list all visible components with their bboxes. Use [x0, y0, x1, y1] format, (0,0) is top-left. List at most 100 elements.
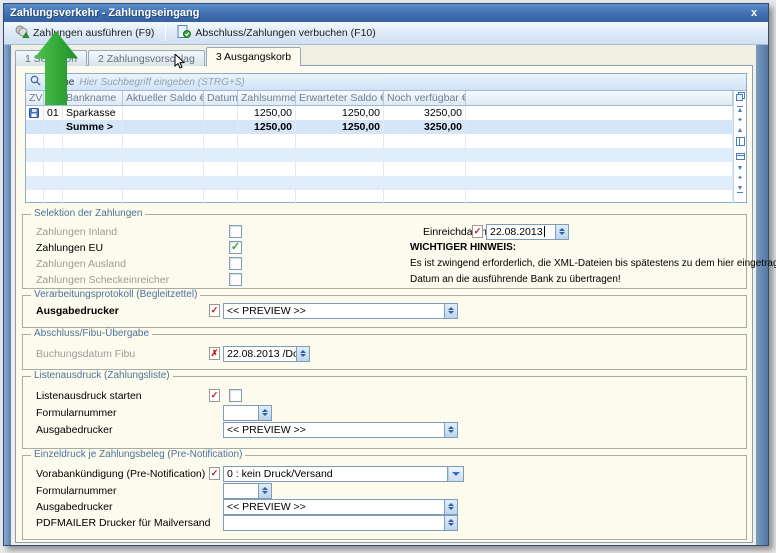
ausgabedrucker-label: Ausgabedrucker [36, 501, 112, 513]
ausgabedrucker-spinner[interactable] [445, 303, 458, 319]
section-verarbeitungsprotokoll-title: Verarbeitungsprotokoll (Begleitzettel) [31, 289, 200, 300]
section-selektion: Selektion der Zahlungen Zahlungen Inland… [22, 214, 747, 289]
hinweis-line1: Es ist zwingend erforderlich, die XML-Da… [410, 258, 776, 269]
table-sum-row[interactable]: Summe > 1250,00 1250,00 3250,00 [26, 120, 733, 134]
section-einzeldruck-title: Einzeldruck je Zahlungsbeleg (Pre-Notifi… [31, 449, 245, 460]
edit-check-icon[interactable]: ✓ [472, 225, 483, 238]
checkbox-label-inland: Zahlungen Inland [36, 226, 117, 238]
formularnummer-label: Formularnummer [36, 485, 117, 497]
table-row[interactable] [26, 162, 733, 176]
insert-row-icon[interactable]: ✦ [737, 117, 743, 124]
tab-content-panel: Suche Hier Suchbegriff eingeben (STRG+S)… [15, 65, 753, 543]
col-header-noch-verfuegbar[interactable]: Noch verfügbar € [384, 91, 466, 106]
cell-bankname: Sparkasse [63, 106, 123, 120]
ausgabedrucker-spinner[interactable] [445, 499, 458, 515]
cell-summe-erwarteter-saldo: 1250,00 [296, 120, 384, 134]
copy-icon[interactable] [736, 92, 745, 103]
edit-check-icon[interactable]: ✓ [209, 467, 220, 480]
hinweis-title: WICHTIGER HINWEIS: [410, 242, 516, 253]
checkbox-zahlungen-eu[interactable]: ✓ [229, 241, 242, 254]
edit-check-icon[interactable]: ✓ [209, 304, 220, 317]
mouse-cursor [174, 54, 186, 73]
vorabankuendigung-label: Vorabankündigung (Pre-Notification) [36, 468, 205, 480]
chevron-down-icon[interactable] [448, 466, 464, 482]
scroll-up-icon[interactable]: ▲ [737, 127, 744, 134]
formularnummer-spinner[interactable] [259, 405, 272, 421]
table-search-bar[interactable]: Suche Hier Suchbegriff eingeben (STRG+S) [26, 74, 746, 91]
col-header-aktueller-saldo[interactable]: Aktueller Saldo € [123, 91, 204, 106]
pdfmailer-select[interactable] [223, 515, 445, 531]
table-row[interactable] [26, 190, 733, 204]
table-row[interactable] [26, 176, 733, 190]
scroll-last-icon[interactable]: ▼ [737, 185, 744, 193]
checkbox-listenausdruck-starten[interactable] [229, 389, 242, 402]
cell-summe-zahlsumme: 1250,00 [238, 120, 296, 134]
cell-datum [204, 106, 238, 120]
col-header-zahlsumme[interactable]: Zahlsumme € [238, 91, 296, 106]
cell-summe-label: Summe > [63, 120, 123, 134]
formularnummer-input[interactable] [223, 405, 259, 421]
listenausdruck-starten-label: Listenausdruck starten [36, 390, 142, 402]
cell-noch-verfuegbar: 3250,00 [384, 106, 466, 120]
edit-check-icon[interactable]: ✓ [209, 389, 220, 402]
pdfmailer-spinner[interactable] [445, 515, 458, 531]
column-layout-icon[interactable] [736, 137, 745, 148]
formularnummer-label: Formularnummer [36, 407, 117, 419]
table-row[interactable] [26, 148, 733, 162]
table-header-row: ZV Nr. Bankname Aktueller Saldo € Datum … [26, 91, 733, 106]
tab-zahlungsvorschlag[interactable]: 2 Zahlungsvorschlag [88, 50, 205, 66]
cell-summe-noch-verfuegbar: 3250,00 [384, 120, 466, 134]
close-button[interactable]: x [746, 7, 762, 19]
formularnummer-spinner[interactable] [259, 483, 272, 499]
scroll-first-icon[interactable]: ▲ [737, 106, 744, 114]
document-check-icon [177, 25, 191, 41]
search-input[interactable]: Hier Suchbegriff eingeben (STRG+S) [79, 77, 244, 88]
table-row[interactable] [26, 134, 733, 148]
section-listenausdruck: Listenausdruck (Zahlungsliste) Listenaus… [22, 376, 747, 449]
vorabankuendigung-select[interactable]: 0 : kein Druck/Versand [223, 466, 448, 482]
append-row-icon[interactable]: ✦ [737, 175, 743, 182]
table-row[interactable]: 01 Sparkasse 1250,00 1250,00 3250,00 [26, 106, 733, 120]
checkbox-zahlungen-scheckeinreicher[interactable] [229, 273, 242, 286]
checkbox-label-ausland: Zahlungen Ausland [36, 258, 126, 270]
col-header-datum[interactable]: Datum [204, 91, 238, 106]
checkbox-label-scheckeinreicher: Zahlungen Scheckeinreicher [36, 274, 169, 286]
cell-nr: 01 [44, 106, 63, 120]
buchungsdatum-input[interactable]: 22.08.2013 /Do [223, 346, 297, 362]
window-frame-right [756, 45, 768, 545]
edit-cross-icon[interactable]: ✗ [209, 347, 220, 360]
buchungsdatum-spinner[interactable] [297, 346, 310, 362]
tab-ausgangskorb[interactable]: 3 Ausgangskorb [206, 47, 301, 66]
sum-icon[interactable] [736, 151, 745, 162]
section-selektion-title: Selektion der Zahlungen [31, 208, 145, 219]
formularnummer-input[interactable] [223, 483, 259, 499]
checkbox-zahlungen-inland[interactable] [229, 225, 242, 238]
ausgabedrucker-select[interactable]: << PREVIEW >> [223, 303, 445, 319]
col-header-bankname[interactable]: Bankname [63, 91, 123, 106]
cell-erwarteter-saldo: 1250,00 [296, 106, 384, 120]
window-frame-left [4, 45, 11, 545]
execute-payments-button[interactable]: Zahlungen ausführen (F9) [10, 23, 159, 43]
col-header-erwarteter-saldo[interactable]: Erwarteter Saldo € [296, 91, 384, 106]
einreichdatum-spinner[interactable] [556, 224, 569, 240]
col-header-zv[interactable]: ZV [26, 91, 44, 106]
title-bar: Zahlungsverkehr - Zahlungseingang x [4, 4, 768, 22]
cell-aktueller-saldo [123, 106, 204, 120]
floppy-icon [26, 106, 44, 120]
cell-zahlsumme: 1250,00 [238, 106, 296, 120]
ausgabedrucker-select[interactable]: << PREVIEW >> [223, 499, 445, 515]
table-body: ZV Nr. Bankname Aktueller Saldo € Datum … [26, 91, 733, 202]
post-payments-button[interactable]: Abschluss/Zahlungen verbuchen (F10) [172, 23, 380, 43]
toolbar-separator [165, 25, 166, 41]
col-header-filler [466, 91, 733, 106]
app-window: Zahlungsverkehr - Zahlungseingang x Zahl… [3, 3, 769, 546]
scroll-down-icon[interactable]: ▼ [737, 165, 744, 172]
checkbox-label-eu: Zahlungen EU [36, 242, 103, 254]
table-nav-strip: ▲ ✦ ▲ ▼ ✦ ▼ [733, 91, 746, 202]
ausgabedrucker-select[interactable]: << PREVIEW >> [223, 422, 445, 438]
section-einzeldruck: Einzeldruck je Zahlungsbeleg (Pre-Notifi… [22, 455, 747, 540]
search-icon [30, 75, 41, 89]
checkbox-zahlungen-ausland[interactable] [229, 257, 242, 270]
ausgabedrucker-spinner[interactable] [445, 422, 458, 438]
einreichdatum-input[interactable]: 22.08.2013 [486, 224, 556, 240]
